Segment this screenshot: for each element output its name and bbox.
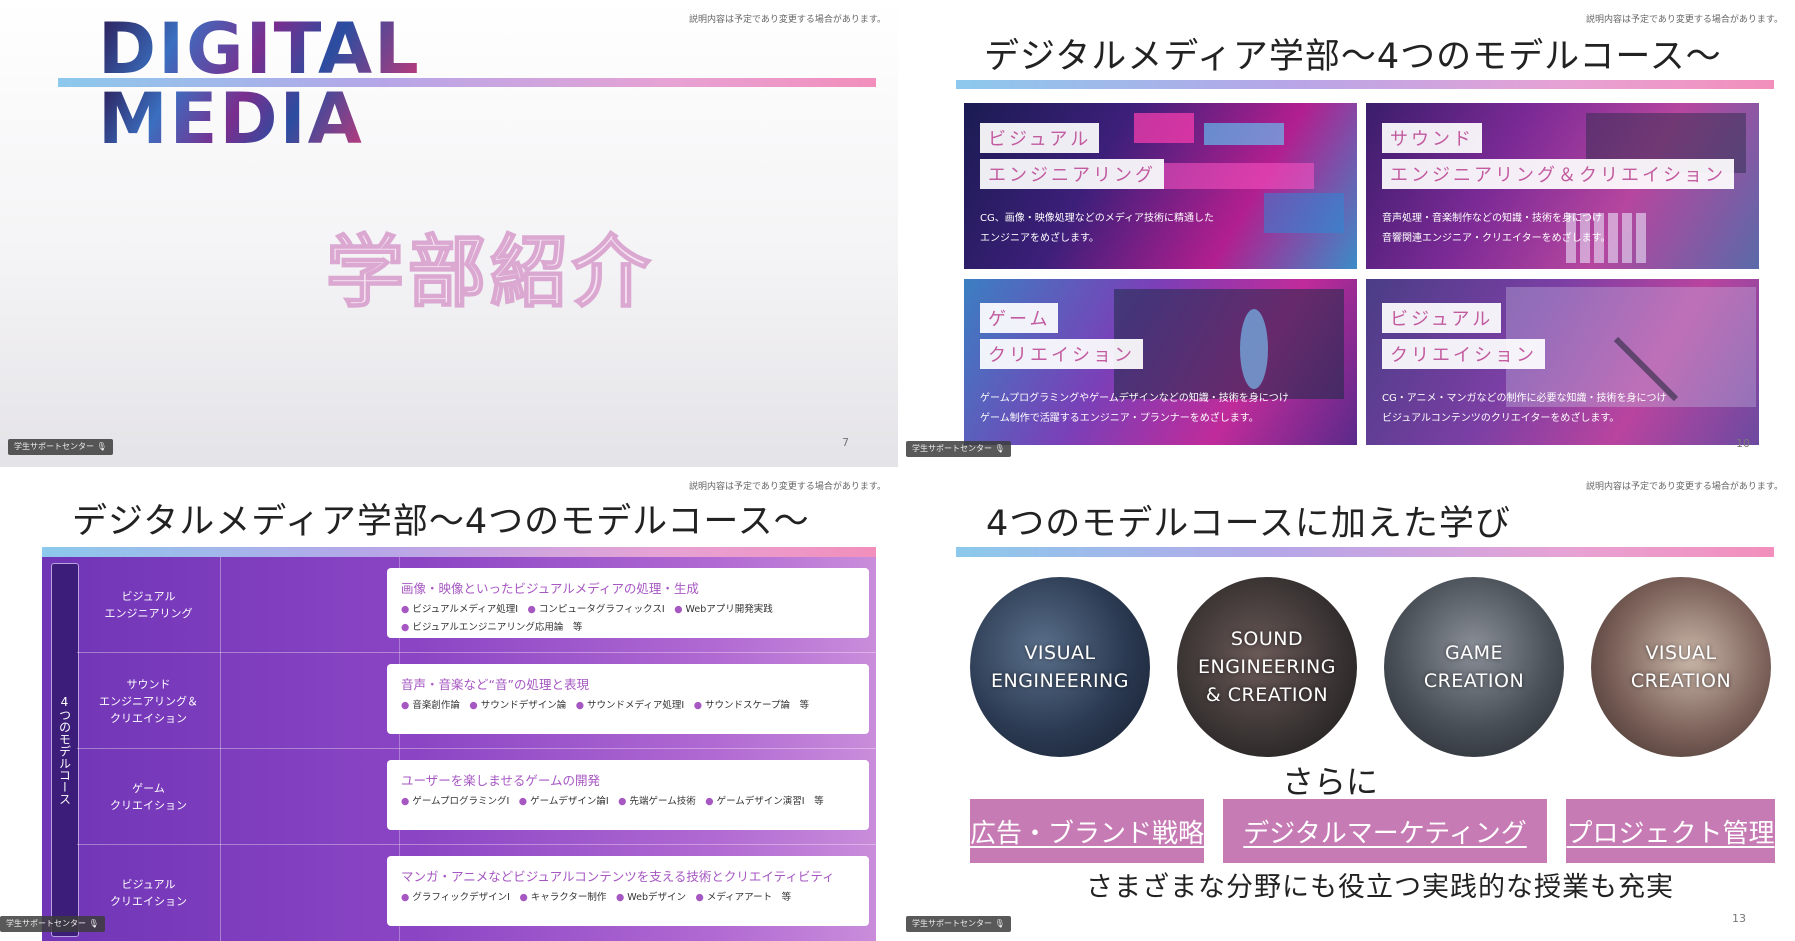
table-row: サウンド エンジニアリング＆ クリエイション 音声・音楽など“音”の処理と表現 ● … [77,653,876,749]
row-heading: マンガ・アニメなどビジュアルコンテンツを支える技術とクリエイティビティ [401,869,835,884]
circle-label: GAME CREATION [1423,642,1525,692]
slide-title: デジタルメディア学部〜4つのモデルコース〜 [72,502,810,542]
slide-title: デジタルメディア学部〜4つのモデルコース〜 [984,37,1722,77]
course-card-visual-creation[interactable]: ビジュアル クリエイション CG・アニメ・マンガなどの制作に必要な知識・技術を身… [1366,279,1759,445]
course-card-game[interactable]: ゲーム クリエイション ゲームプログラミングやゲームデザインなどの知識・技術を身… [964,279,1357,445]
caption-label: 学生サポートセンター [912,919,992,928]
card-desc: CG、画像・映像処理などのメディア技術に精通した エンジニアをめざします。 [980,213,1215,244]
caption-button[interactable]: 学生サポートセンター 🎙 [0,916,105,932]
course-table: 4つのモデルコース ビジュアル エンジニアリング 画像・映像といったビジュアルメデ… [42,557,876,941]
circle-label: SOUND ENGINEERING & CREATION [1197,628,1336,706]
table-row: ビジュアル エンジニアリング 画像・映像といったビジュアルメディアの処理・生成 ●… [77,557,876,653]
circle-label: VISUAL ENGINEERING [990,642,1129,692]
page-number: 7 [842,436,849,449]
mic-icon: 🎙 [994,919,1005,928]
page-number: 13 [1732,912,1746,925]
row-subjects: ● ゲームプログラミングⅠ ● ゲームデザイン論Ⅰ ● 先端ゲーム技術 ● ゲー… [401,796,824,807]
row-subjects: ● グラフィックデザインⅠ ● キャラクター制作 ● Webデザイン ● メディ… [401,892,792,903]
course-card-visual-engineering[interactable]: ビジュアル エンジニアリング CG、画像・映像処理などのメディア技術に精通したエ… [964,103,1357,269]
footer-text: さまざまな分野にも役立つ実践的な授業も充実 [1086,872,1674,903]
row-content-box: 画像・映像といったビジュアルメディアの処理・生成 ● ビジュアルメディア処理Ⅰ … [387,568,869,638]
slide-2[interactable]: 説明内容は予定であり変更する場合があります。 デジタルメディア学部〜4つのモデル… [898,0,1795,467]
row-label: ビジュアル エンジニアリング [104,590,193,620]
logo-media: MEDIA [98,78,364,160]
row-heading: ユーザーを楽しませるゲームの開発 [401,773,601,788]
disclaimer: 説明内容は予定であり変更する場合があります。 [1585,482,1783,492]
caption-button[interactable]: 学生サポートセンター 🎙 [8,439,113,455]
caption-label: 学生サポートセンター [6,919,86,928]
card-tag-2: クリエイション [1382,339,1545,369]
pill-digital-marketing[interactable]: デジタルマーケティング [1223,799,1547,863]
card-tag-1: サウンド [1382,123,1482,153]
slide-grid: 説明内容は予定であり変更する場合があります。 DIGITAL MEDIA 学部紹… [0,0,1795,941]
disclaimer: 説明内容は予定であり変更する場合があります。 [1585,15,1783,25]
row-label: ゲーム クリエイション [110,782,187,812]
row-content-box: ユーザーを楽しませるゲームの開発 ● ゲームプログラミングⅠ ● ゲームデザイン… [387,760,869,830]
mic-icon: 🎙 [96,442,107,451]
slide-3[interactable]: 説明内容は予定であり変更する場合があります。 デジタルメディア学部〜4つのモデル… [0,467,898,941]
page-number: 10 [1736,437,1750,450]
slide-title: 4つのモデルコースに加えた学び [986,504,1511,544]
slide-1[interactable]: 説明内容は予定であり変更する場合があります。 DIGITAL MEDIA 学部紹… [0,0,898,467]
row-content-box: マンガ・アニメなどビジュアルコンテンツを支える技術とクリエイティビティ ● グラ… [387,856,869,926]
pill-advertising[interactable]: 広告・ブランド戦略 [970,799,1204,863]
card-desc: 音声処理・音楽制作などの知識・技術を身につけ 音響関連エンジニア・クリエイターをめ… [1382,213,1611,244]
card-tag-1: ビジュアル [980,123,1100,153]
row-heading: 画像・映像といったビジュアルメディアの処理・生成 [401,581,699,596]
caption-button[interactable]: 学生サポートセンター 🎙 [906,916,1011,932]
caption-button[interactable]: 学生サポートセンター 🎙 [906,441,1011,457]
circle-visual-creation[interactable]: VISUAL CREATION [1591,577,1771,757]
mic-icon: 🎙 [88,919,99,928]
card-desc: CG・アニメ・マンガなどの制作に必要な知識・技術を身につけ ビジュアルコンテンツの… [1382,393,1667,424]
disclaimer: 説明内容は予定であり変更する場合があります。 [688,482,886,492]
table-row: ゲーム クリエイション ユーザーを楽しませるゲームの開発 ● ゲームプログラミング… [77,749,876,845]
caption-label: 学生サポートセンター [912,444,992,453]
table-row: ビジュアル クリエイション マンガ・アニメなどビジュアルコンテンツを支える技術とク… [77,845,876,941]
card-tag-1: ゲーム [980,303,1059,333]
circle-sound[interactable]: SOUND ENGINEERING & CREATION [1177,577,1357,757]
circle-label: VISUAL CREATION [1630,642,1732,692]
circle-game[interactable]: GAME CREATION [1384,577,1564,757]
title-gradient-bar [956,547,1774,557]
row-label: サウンド エンジニアリング＆ クリエイション [99,677,198,725]
disclaimer: 説明内容は予定であり変更する場合があります。 [688,15,886,25]
slide-4[interactable]: 説明内容は予定であり変更する場合があります。 4つのモデルコースに加えた学び V… [898,467,1795,941]
title-gradient-bar [42,547,876,557]
title-gradient-bar [956,80,1774,89]
row-heading: 音声・音楽など“音”の処理と表現 [401,677,589,692]
row-content-box: 音声・音楽など“音”の処理と表現 ● 音楽創作論 ● サウンドデザイン論 ● サ… [387,664,869,734]
course-card-sound[interactable]: サウンド エンジニアリング＆クリエイション 音声処理・音楽制作などの知識・技術を… [1366,103,1759,269]
card-tag-2: エンジニアリング＆クリエイション [1382,159,1734,189]
side-label: 4つのモデルコース [51,563,79,937]
row-subjects: ● 音楽創作論 ● サウンドデザイン論 ● サウンドメディア処理Ⅰ ● サウンド… [401,700,809,711]
caption-label: 学生サポートセンター [14,442,94,451]
card-desc: ゲームプログラミングやゲームデザインなどの知識・技術を身につけ ゲーム制作で活躍す… [980,393,1289,424]
slide-title: 学部紹介 [325,227,655,319]
logo-digital: DIGITAL [98,8,421,90]
pill-project-management[interactable]: プロジェクト管理 [1566,799,1775,863]
card-tag-1: ビジュアル [1382,303,1502,333]
card-tag-2: エンジニアリング [980,159,1164,189]
circle-visual-engineering[interactable]: VISUAL ENGINEERING [970,577,1150,757]
mic-icon: 🎙 [994,444,1005,453]
sarani-text: さらに [1282,763,1379,801]
card-tag-2: クリエイション [980,339,1143,369]
row-subjects: ● ビジュアルメディア処理Ⅰ ● コンピュータグラフィックスⅠ ● Webアプリ… [401,604,773,633]
